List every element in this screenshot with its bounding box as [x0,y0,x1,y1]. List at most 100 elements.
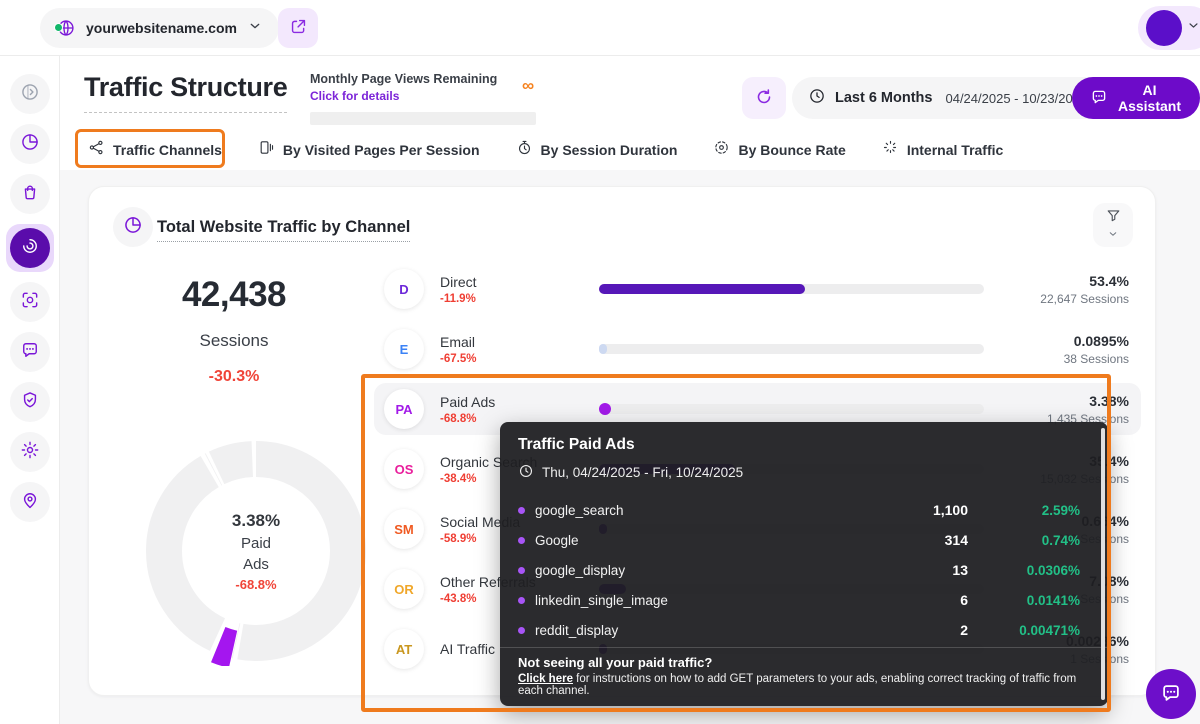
gear-icon [20,440,40,465]
sidebar-item-chat[interactable] [10,332,50,372]
tooltip-footer-title: Not seeing all your paid traffic? [518,655,1090,670]
chat-icon [1090,88,1108,109]
sidebar-item-bag[interactable] [10,174,50,214]
tooltip-row-pct: 0.0306% [968,563,1080,578]
channel-row-direct[interactable]: DDirect-11.9%53.4%22,647 Sessions [374,263,1141,315]
chevron-down-icon [1107,228,1119,243]
tooltip-footer-text: Click here for instructions on how to ad… [518,673,1090,697]
page-title: Traffic Structure [84,72,287,113]
bar-fill [599,344,607,354]
channel-sessions: 38 Sessions [1064,352,1129,366]
channel-bar [599,284,984,294]
channel-pct: 0.0895% [1064,333,1129,349]
total-sessions-block: 42,438 Sessions -30.3% [114,275,354,386]
tooltip-row-pct: 0.0141% [968,593,1080,608]
pin-icon [20,490,40,515]
channel-pct: 53.4% [1040,273,1129,289]
tooltip-row-google_display: google_display130.0306% [518,555,1090,585]
sidebar-item-shield[interactable] [10,382,50,422]
clock-icon [518,463,534,482]
stopwatch-icon [516,139,533,161]
bullet-dot-icon [518,627,525,634]
sidebar-item-pin[interactable] [10,482,50,522]
channel-avatar: SM [384,509,424,549]
open-website-button[interactable] [278,8,318,48]
sidebar-item-active-wrap[interactable] [6,224,54,272]
topbar: yourwebsitename.com [0,0,1200,56]
channel-avatar: D [384,269,424,309]
tab-label: By Bounce Rate [738,142,845,158]
filter-button[interactable] [1093,203,1133,247]
tooltip-scrollbar[interactable] [1101,428,1105,700]
chevron-down-icon [1186,18,1200,38]
sidebar-item-scan[interactable] [10,282,50,322]
clock-icon [808,87,826,110]
tooltip-row-value: 13 [818,562,968,578]
sidebar-item-pie[interactable] [10,124,50,164]
tooltip-row-linkedin_single_image: linkedin_single_image60.0141% [518,585,1090,615]
quota-details-link[interactable]: Click for details [310,89,536,103]
screen: yourwebsitename.com Traffic Structure Mo… [0,0,1200,724]
chat-widget-button[interactable] [1146,669,1196,719]
website-selector[interactable]: yourwebsitename.com [40,8,279,48]
tab-by-session-duration[interactable]: By Session Duration [516,139,678,161]
channel-change: -67.5% [440,353,588,365]
ai-assistant-button[interactable]: AI Assistant [1072,77,1200,119]
tooltip-row-Google: Google3140.74% [518,525,1090,555]
tooltip-row-value: 2 [818,622,968,638]
tooltip-row-value: 1,100 [818,502,968,518]
tab-by-bounce-rate[interactable]: By Bounce Rate [713,139,845,161]
funnel-icon [1105,207,1122,227]
tooltip-footer: Not seeing all your paid traffic? Click … [500,647,1108,706]
channel-row-email[interactable]: E Email -67.5% 0.0895% 38 Sessions [374,323,1141,375]
total-sessions-label: Sessions [114,331,354,351]
channel-name: Email [440,334,588,350]
user-menu[interactable] [1138,6,1200,50]
channel-avatar: OR [384,569,424,609]
scan-icon [20,290,40,315]
shield-icon [20,390,40,415]
tab-traffic-channels[interactable]: Traffic Channels [88,139,222,161]
website-name: yourwebsitename.com [86,20,237,36]
channel-pct: 3.38% [1047,393,1129,409]
sidebar-item-swirl[interactable] [10,228,50,268]
refresh-icon [754,87,774,110]
channel-sessions: 22,647 Sessions [1040,292,1129,306]
tab-label: By Visited Pages Per Session [283,142,480,158]
channel-avatar: AT [384,629,424,669]
bullet-dot-icon [518,597,525,604]
tooltip-row-label: Google [535,533,818,548]
tooltip-row-pct: 2.59% [968,503,1080,518]
tooltip-rows: google_search1,1002.59%Google3140.74%goo… [518,495,1090,645]
channel-avatar: PA [384,389,424,429]
tooltip-row-pct: 0.00471% [968,623,1080,638]
ai-assistant-label: AI Assistant [1117,82,1182,114]
tab-label: Internal Traffic [907,142,1003,158]
traffic-donut-chart[interactable]: 3.38% Paid Ads -68.8% [141,436,371,666]
date-preset: Last 6 Months [835,90,932,106]
tooltip-row-label: linkedin_single_image [535,593,818,608]
channel-values: 0.0895% 38 Sessions [1064,333,1129,366]
channel-values: 53.4% 22,647 Sessions [1040,273,1129,306]
quota-widget: Monthly Page Views Remaining Click for d… [310,72,536,125]
channel-bar [599,404,984,414]
channel-values: 3.38%1,435 Sessions [1047,393,1129,426]
refresh-button[interactable] [742,77,786,119]
sidebar-item-panel-arrow[interactable] [10,74,50,114]
click-here-link[interactable]: Click here [518,673,573,685]
tooltip-paid-ads: Traffic Paid Ads Thu, 04/24/2025 - Fri, … [500,422,1108,706]
swirl-icon [20,236,40,261]
tab-internal-traffic[interactable]: Internal Traffic [882,139,1003,161]
online-status-dot [54,23,63,32]
pie-icon [20,132,40,157]
channel-avatar: E [384,329,424,369]
quota-progress-bar [310,112,536,125]
tab-label: By Session Duration [541,142,678,158]
chat-icon [1160,682,1182,707]
tooltip-row-value: 6 [818,592,968,608]
sidebar-item-gear[interactable] [10,432,50,472]
tab-by-visited-pages-per-session[interactable]: By Visited Pages Per Session [258,139,480,161]
tooltip-row-value: 314 [818,532,968,548]
sidebar-nav [0,56,60,724]
main-header: Traffic Structure Monthly Page Views Rem… [60,56,1200,170]
